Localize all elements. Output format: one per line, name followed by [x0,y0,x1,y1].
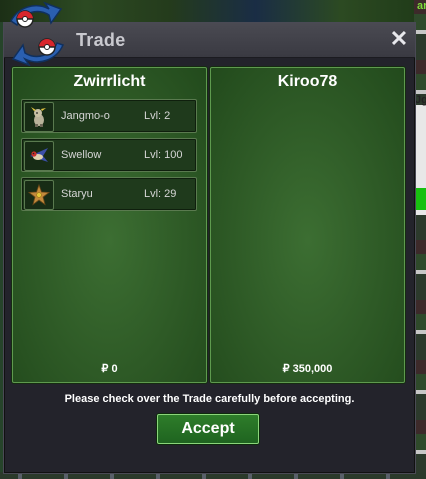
staryu-sprite-icon [24,180,54,210]
offer-panel-left: Zwirrlicht Jangmo-o Lvl: 2 Swellow Lvl: … [12,67,207,383]
close-icon: ✕ [389,26,409,51]
pokemon-slot-2[interactable]: Swellow Lvl: 100 [21,138,197,172]
dialog-title: Trade [76,30,126,50]
trade-logo-icon [10,1,65,67]
swellow-sprite-icon [24,141,54,171]
pokemon-name: Jangmo-o [61,110,110,122]
pokemon-slot-1[interactable]: Jangmo-o Lvl: 2 [21,99,197,133]
jangmo-o-sprite-icon [24,102,54,132]
player-name-fragment: ar [417,0,426,12]
offer-panel-right: Kiroo78 ₽ 350,000 [210,67,405,383]
accept-button[interactable]: Accept [157,414,259,444]
pokemon-name: Swellow [61,149,102,161]
trainer-name: Zwirrlicht [73,73,146,90]
trade-notice: Please check over the Trade carefully be… [64,393,355,405]
money-offer: ₽ 350,000 [282,363,333,375]
pokemon-slot-3[interactable]: Staryu Lvl: 29 [21,177,197,211]
trade-dialog: Trade ✕ Zwirrlicht Jangmo-o Lvl: 2 Swell… [3,1,416,474]
pokemon-level: Lvl: 100 [144,149,183,161]
player-name-fragment-2: Jg [415,94,426,106]
money-offer: ₽ 0 [101,363,118,375]
close-button[interactable]: ✕ [389,26,409,51]
pokemon-name: Staryu [61,188,93,200]
pokemon-level: Lvl: 2 [144,110,171,122]
trainer-name: Kiroo78 [277,73,338,90]
pokemon-level: Lvl: 29 [144,188,177,200]
